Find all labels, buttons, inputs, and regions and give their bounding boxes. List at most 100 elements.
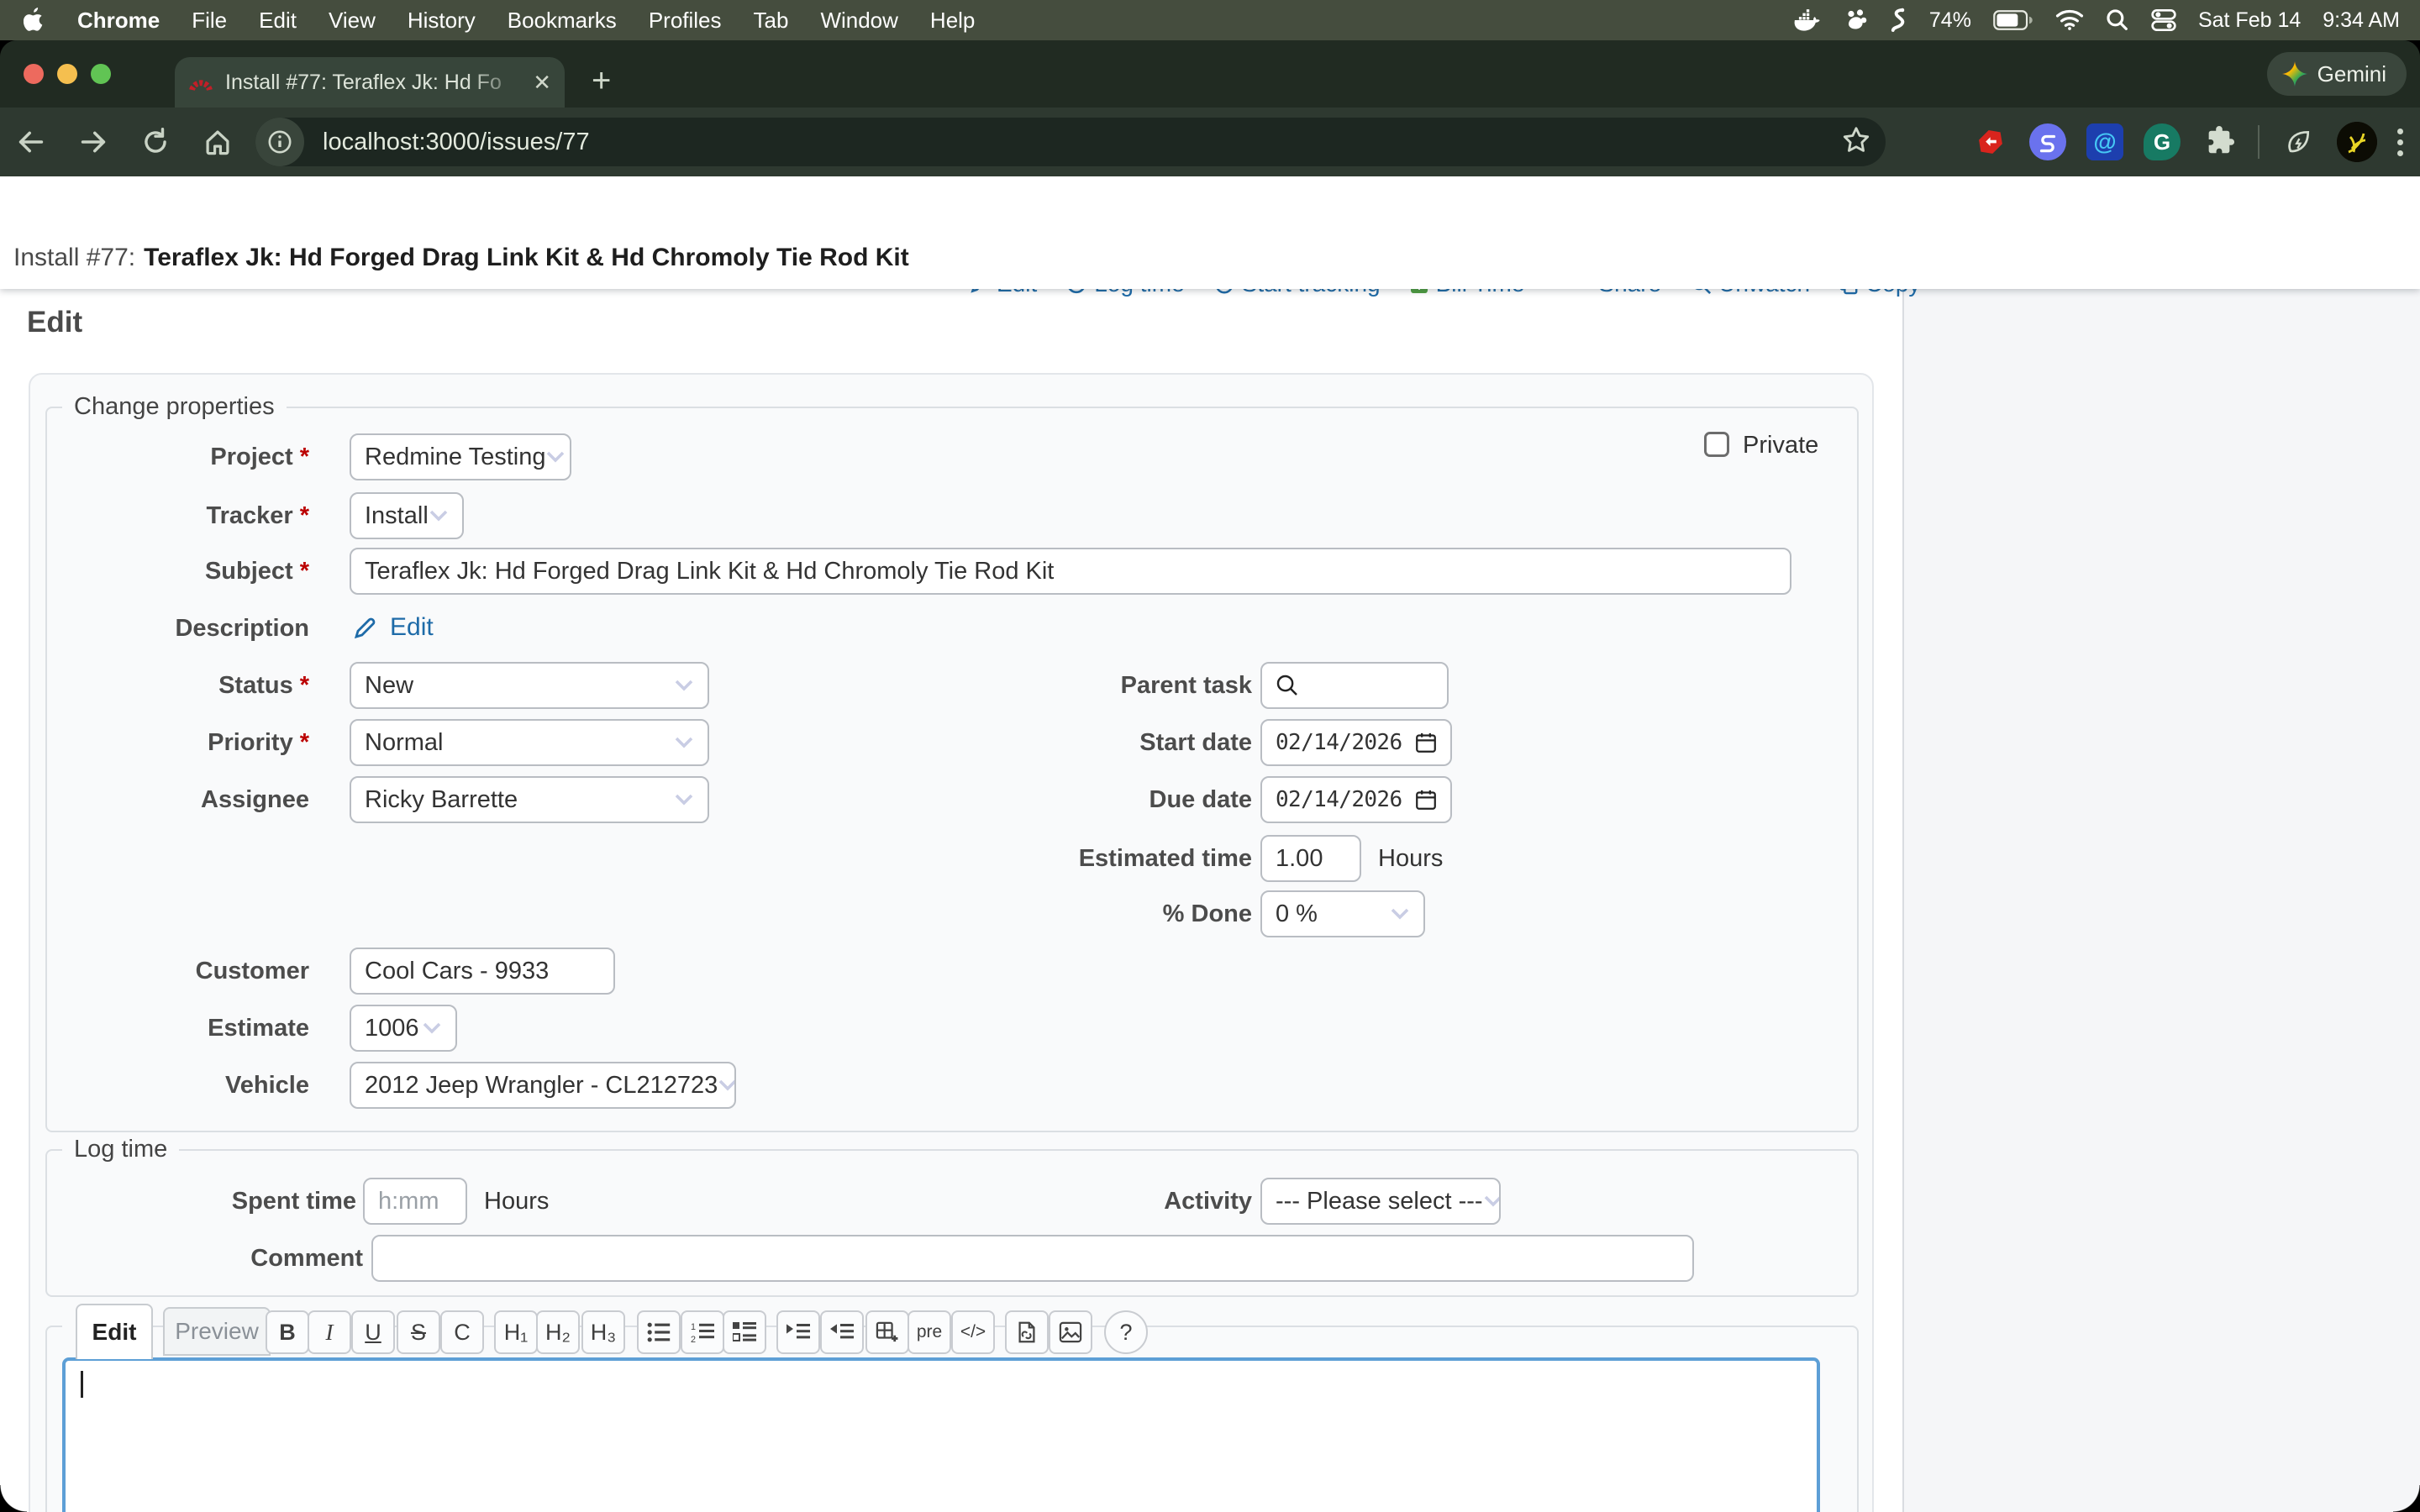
start-date-input[interactable]: 02/14/2026 bbox=[1260, 719, 1452, 766]
estimated-time-input[interactable]: 1.00 bbox=[1260, 835, 1361, 882]
spotlight-search-icon[interactable] bbox=[2106, 8, 2129, 32]
format-strikethrough-button[interactable]: S bbox=[397, 1310, 440, 1354]
format-h1-button[interactable]: H₁ bbox=[494, 1310, 538, 1354]
menubar-item-edit[interactable]: Edit bbox=[259, 8, 297, 34]
grammarly-icon[interactable] bbox=[2144, 123, 2181, 160]
menubar-item-history[interactable]: History bbox=[408, 8, 476, 34]
tab-close-icon[interactable]: ✕ bbox=[533, 70, 551, 96]
status-select[interactable]: New bbox=[350, 662, 709, 709]
address-bar[interactable]: localhost:3000/issues/77 bbox=[255, 118, 1886, 166]
forward-icon[interactable] bbox=[62, 129, 124, 155]
assignee-select[interactable]: Ricky Barrette bbox=[350, 776, 709, 823]
due-date-input[interactable]: 02/14/2026 bbox=[1260, 776, 1452, 823]
customer-input[interactable]: Cool Cars - 9933 bbox=[350, 948, 615, 995]
format-h2-button[interactable]: H₂ bbox=[536, 1310, 580, 1354]
issue-id-prefix: Install #77: bbox=[13, 244, 135, 272]
tracker-select[interactable]: Install bbox=[350, 492, 464, 539]
menubar-item-profiles[interactable]: Profiles bbox=[649, 8, 722, 34]
format-inline-code-button[interactable]: C bbox=[440, 1310, 484, 1354]
comment-input[interactable] bbox=[371, 1235, 1694, 1282]
calendar-icon[interactable] bbox=[1415, 732, 1437, 753]
home-icon[interactable] bbox=[187, 128, 249, 156]
percent-done-select[interactable]: 0 % bbox=[1260, 890, 1425, 937]
control-center-icon[interactable] bbox=[2151, 8, 2176, 32]
extension-icon-2[interactable] bbox=[2029, 123, 2066, 160]
spent-time-input[interactable]: h:mm bbox=[363, 1178, 467, 1225]
browser-tab[interactable]: Install #77: Teraflex Jk: Hd Fo ✕ bbox=[175, 57, 565, 108]
bookmark-star-icon[interactable] bbox=[1840, 124, 1872, 156]
format-pre-button[interactable]: pre bbox=[908, 1310, 951, 1354]
format-code-block-button[interactable]: </> bbox=[951, 1310, 995, 1354]
paw-icon[interactable] bbox=[1844, 8, 1869, 33]
minimize-window-button[interactable] bbox=[57, 64, 77, 84]
private-checkbox[interactable] bbox=[1704, 432, 1729, 457]
browser-toolbar: localhost:3000/issues/77 bbox=[0, 108, 2420, 176]
svg-text:1: 1 bbox=[691, 1322, 696, 1332]
format-table-button[interactable] bbox=[865, 1310, 909, 1354]
parent-task-input[interactable] bbox=[1260, 662, 1449, 709]
menubar-date[interactable]: Sat Feb 14 bbox=[2198, 8, 2301, 33]
menubar-item-bookmarks[interactable]: Bookmarks bbox=[508, 8, 617, 34]
format-italic-button[interactable]: I bbox=[308, 1310, 351, 1354]
close-window-button[interactable] bbox=[24, 64, 44, 84]
notes-tab-edit[interactable]: Edit bbox=[76, 1304, 153, 1359]
activity-select[interactable]: --- Please select --- bbox=[1260, 1178, 1501, 1225]
battery-icon[interactable] bbox=[1993, 10, 2033, 30]
wifi-icon[interactable] bbox=[2055, 9, 2084, 31]
browser-menu-kebab-icon[interactable] bbox=[2397, 129, 2403, 156]
extension-icon-3[interactable] bbox=[2086, 123, 2123, 160]
priority-label: Priority* bbox=[20, 726, 309, 759]
back-icon[interactable] bbox=[0, 129, 62, 155]
menubar-item-tab[interactable]: Tab bbox=[754, 8, 789, 34]
vehicle-select[interactable]: 2012 Jeep Wrangler - CL212723 bbox=[350, 1062, 736, 1109]
customer-label: Customer bbox=[20, 954, 309, 988]
project-select[interactable]: Redmine Testing bbox=[350, 433, 571, 480]
apple-icon[interactable] bbox=[24, 8, 45, 33]
format-numbered-list-button[interactable]: 12 bbox=[681, 1310, 724, 1354]
format-definition-list-button[interactable] bbox=[723, 1310, 766, 1354]
svg-text:2: 2 bbox=[691, 1335, 696, 1343]
subject-input[interactable]: Teraflex Jk: Hd Forged Drag Link Kit & H… bbox=[350, 548, 1791, 595]
site-info-icon[interactable] bbox=[255, 118, 304, 166]
assignee-label: Assignee bbox=[20, 783, 309, 816]
table-icon bbox=[876, 1321, 899, 1343]
pencil-icon[interactable] bbox=[353, 615, 378, 640]
extensions-puzzle-icon[interactable] bbox=[2201, 123, 2238, 160]
docker-icon[interactable] bbox=[1793, 8, 1822, 32]
issue-sticky-header: Install #77: Teraflex Jk: Hd Forged Drag… bbox=[0, 176, 2420, 289]
extension-icon-1[interactable] bbox=[1972, 123, 2009, 160]
new-tab-button[interactable]: + bbox=[592, 64, 611, 97]
reload-icon[interactable] bbox=[124, 128, 187, 156]
change-properties-fieldset bbox=[45, 407, 1859, 1132]
snake-icon[interactable] bbox=[1891, 7, 1907, 34]
notes-tab-preview[interactable]: Preview bbox=[163, 1307, 271, 1356]
priority-select[interactable]: Normal bbox=[350, 719, 709, 766]
tab-title: Install #77: Teraflex Jk: Hd Fo bbox=[225, 71, 526, 95]
format-blockquote-button[interactable] bbox=[776, 1310, 820, 1354]
insert-link-button[interactable] bbox=[1005, 1310, 1049, 1354]
profile-avatar[interactable] bbox=[2337, 122, 2377, 162]
menubar-item-window[interactable]: Window bbox=[820, 8, 897, 34]
format-bold-button[interactable]: B bbox=[266, 1310, 309, 1354]
menubar-item-view[interactable]: View bbox=[329, 8, 376, 34]
format-h3-button[interactable]: H₃ bbox=[581, 1310, 625, 1354]
insert-image-button[interactable] bbox=[1049, 1310, 1092, 1354]
format-underline-button[interactable]: U bbox=[351, 1310, 395, 1354]
estimate-select[interactable]: 1006 bbox=[350, 1005, 457, 1052]
format-bullet-list-button[interactable] bbox=[637, 1310, 681, 1354]
menubar-app-name[interactable]: Chrome bbox=[77, 8, 160, 34]
calendar-icon[interactable] bbox=[1415, 789, 1437, 811]
memory-saver-leaf-icon[interactable] bbox=[2280, 123, 2317, 160]
gemini-button[interactable]: Gemini bbox=[2267, 52, 2407, 96]
url-text[interactable]: localhost:3000/issues/77 bbox=[323, 129, 590, 156]
menubar-item-file[interactable]: File bbox=[192, 8, 227, 34]
maximize-window-button[interactable] bbox=[91, 64, 111, 84]
chevron-down-icon bbox=[674, 736, 694, 749]
format-outdent-button[interactable] bbox=[820, 1310, 864, 1354]
description-edit-link[interactable]: Edit bbox=[390, 613, 434, 642]
menubar-time[interactable]: 9:34 AM bbox=[2323, 8, 2400, 33]
menubar-item-help[interactable]: Help bbox=[930, 8, 975, 34]
help-button[interactable]: ? bbox=[1104, 1310, 1148, 1354]
status-label: Status* bbox=[20, 669, 309, 702]
notes-textarea[interactable] bbox=[62, 1357, 1820, 1512]
